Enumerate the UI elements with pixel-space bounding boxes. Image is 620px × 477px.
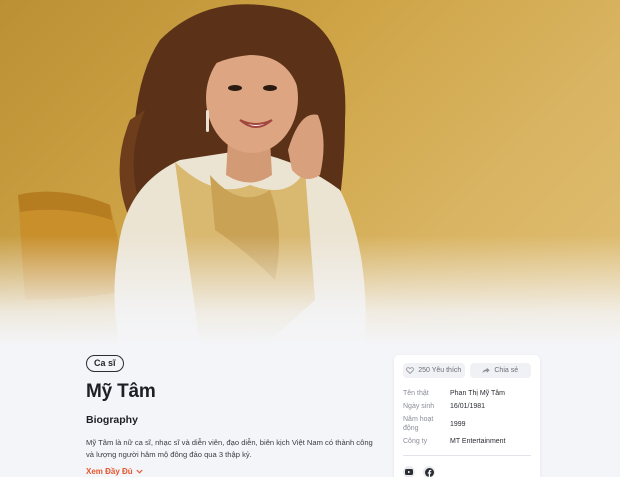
detail-label-active-year: Năm hoạt động <box>403 416 434 432</box>
detail-label-company: Công ty <box>403 438 428 445</box>
detail-value-birthday: 16/01/1981 <box>450 403 486 410</box>
artist-intro: Ca sĩ Mỹ Tâm Biography Mỹ Tâm là nữ ca s… <box>86 353 381 477</box>
social-links <box>403 466 531 477</box>
like-button[interactable]: 250 Yêu thích <box>403 363 465 378</box>
like-count-label: 250 Yêu thích <box>418 367 462 374</box>
detail-value-active-year: 1999 <box>450 420 466 428</box>
facebook-icon <box>424 467 434 477</box>
biography-heading: Biography <box>86 414 138 426</box>
detail-label-real-name: Tên thật <box>403 390 429 397</box>
chevron-down-icon <box>136 469 143 474</box>
detail-value-real-name: Phan Thị Mỹ Tâm <box>450 390 505 397</box>
heart-icon <box>406 367 415 374</box>
detail-value-company: MT Entertainment <box>450 438 506 445</box>
category-badge: Ca sĩ <box>86 355 124 372</box>
share-icon <box>482 367 490 374</box>
share-button[interactable]: Chia sẻ <box>469 363 531 378</box>
detail-label-birthday: Ngày sinh <box>403 403 435 410</box>
share-label: Chia sẻ <box>494 367 519 374</box>
artist-hero-image <box>0 0 620 345</box>
action-buttons: 250 Yêu thích Chia sẻ <box>403 363 531 378</box>
youtube-icon <box>405 469 413 475</box>
artist-details: Tên thật Phan Thị Mỹ Tâm Ngày sinh 16/01… <box>403 389 531 446</box>
divider <box>403 455 531 456</box>
biography-text: Mỹ Tâm là nữ ca sĩ, nhạc sĩ và diễn viên… <box>86 438 373 459</box>
facebook-link[interactable] <box>423 466 435 477</box>
artist-name: Mỹ Tâm <box>86 381 156 402</box>
youtube-link[interactable] <box>403 466 415 477</box>
read-more-link[interactable]: Xem Đầy Đủ <box>86 467 143 476</box>
read-more-label: Xem Đầy Đủ <box>86 467 133 476</box>
artist-info-card: 250 Yêu thích Chia sẻ Tên thật Phan Thị … <box>394 355 540 477</box>
